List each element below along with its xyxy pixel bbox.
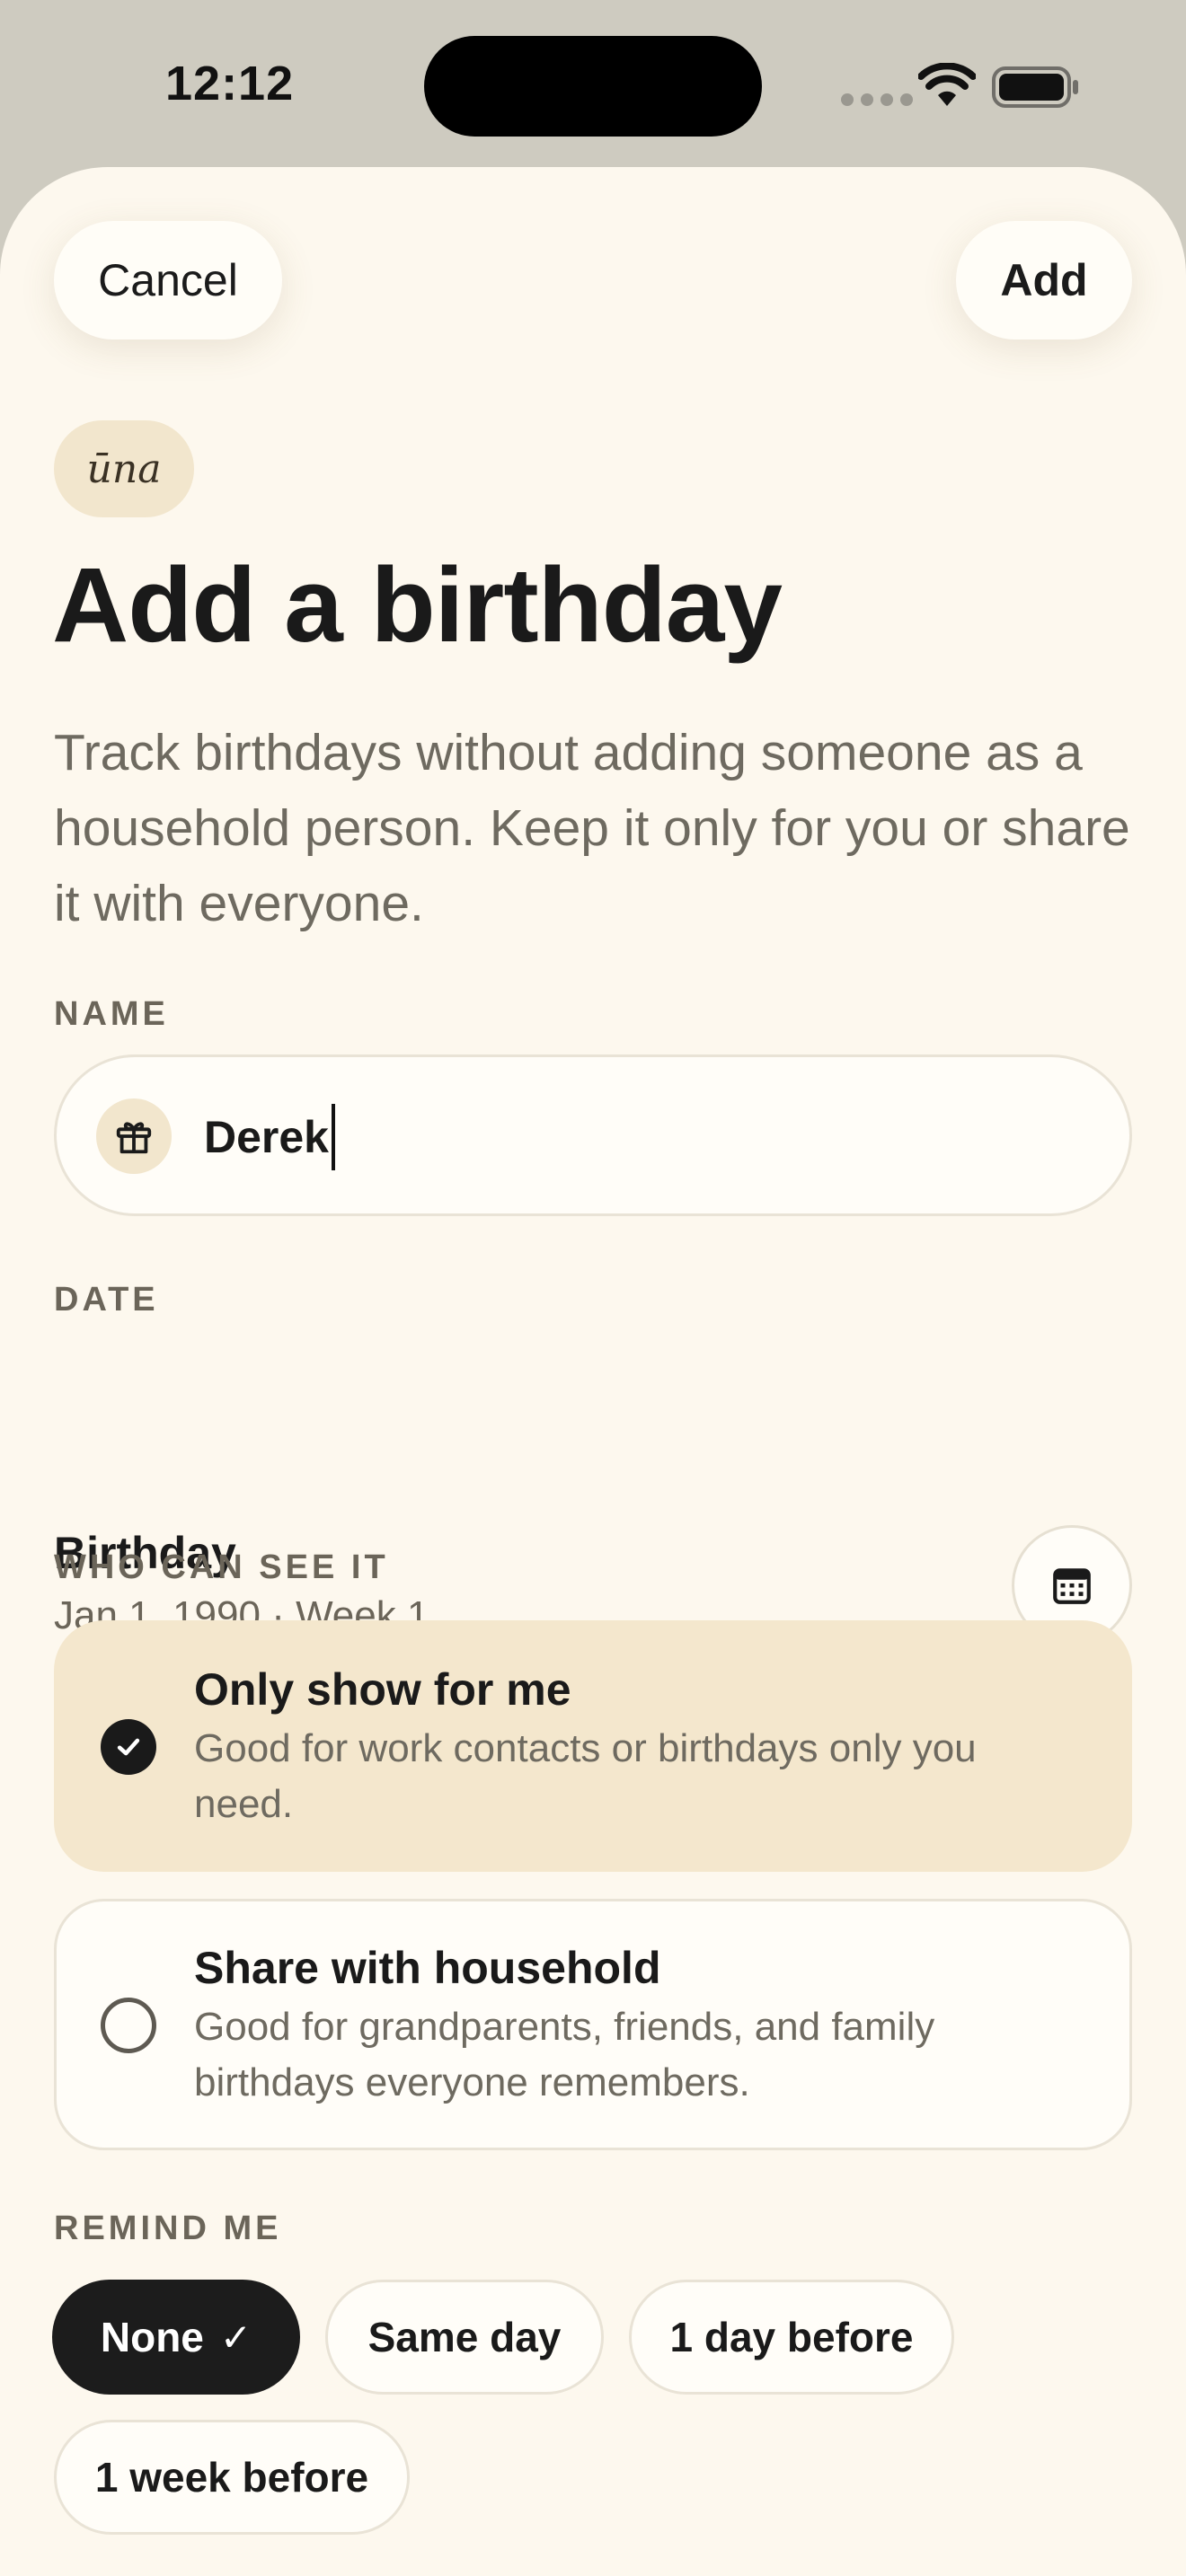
- radio-empty-icon: [101, 1998, 156, 2053]
- brand-badge: ūna: [54, 420, 194, 517]
- cancel-button[interactable]: Cancel: [54, 221, 282, 340]
- option-share-household[interactable]: Share with household Good for grandparen…: [54, 1899, 1132, 2150]
- dynamic-island: [424, 36, 762, 137]
- remind-1-day-chip[interactable]: 1 day before: [629, 2280, 954, 2395]
- radio-checked-icon: [101, 1719, 156, 1775]
- option-title: Share with household: [194, 1943, 661, 1993]
- checkmark-icon: ✓: [219, 2316, 252, 2359]
- remind-same-day-chip[interactable]: Same day: [325, 2280, 604, 2395]
- status-time: 12:12: [165, 57, 295, 110]
- battery-icon: [992, 66, 1078, 108]
- page-subtitle: Track birthdays without adding someone a…: [54, 724, 1130, 932]
- reminder-section-label: REMIND ME: [54, 2210, 282, 2247]
- remind-none-chip[interactable]: None ✓: [52, 2280, 300, 2395]
- option-only-me[interactable]: Only show for me Good for work contacts …: [54, 1620, 1132, 1872]
- chip-label: 1 day before: [669, 2314, 914, 2360]
- remind-1-week-chip[interactable]: 1 week before: [54, 2420, 410, 2535]
- name-input[interactable]: Derek: [54, 1054, 1132, 1216]
- name-value: Derek: [204, 1112, 329, 1162]
- chip-label: None: [100, 2314, 204, 2360]
- option-description: Good for grandparents, friends, and fami…: [194, 2005, 935, 2104]
- status-bar: 12:12: [0, 0, 1186, 171]
- calendar-icon: [1053, 1568, 1091, 1604]
- option-description: Good for work contacts or birthdays only…: [194, 1726, 977, 1826]
- wifi-icon: [918, 63, 976, 106]
- chip-label: 1 week before: [94, 2454, 369, 2501]
- gift-icon: [96, 1098, 172, 1174]
- page-title: Add a birthday: [52, 546, 783, 665]
- add-button[interactable]: Add: [956, 221, 1132, 340]
- cellular-signal-icon: [841, 93, 913, 106]
- name-section-label: NAME: [54, 995, 169, 1033]
- date-section-label: DATE: [54, 1281, 159, 1319]
- option-title: Only show for me: [194, 1664, 571, 1715]
- text-cursor: [332, 1104, 335, 1170]
- visibility-section-label: WHO CAN SEE IT: [54, 1548, 389, 1586]
- chip-label: Same day: [367, 2314, 562, 2360]
- add-birthday-sheet: Cancel Add ūna Add a birthday Track birt…: [0, 167, 1186, 2576]
